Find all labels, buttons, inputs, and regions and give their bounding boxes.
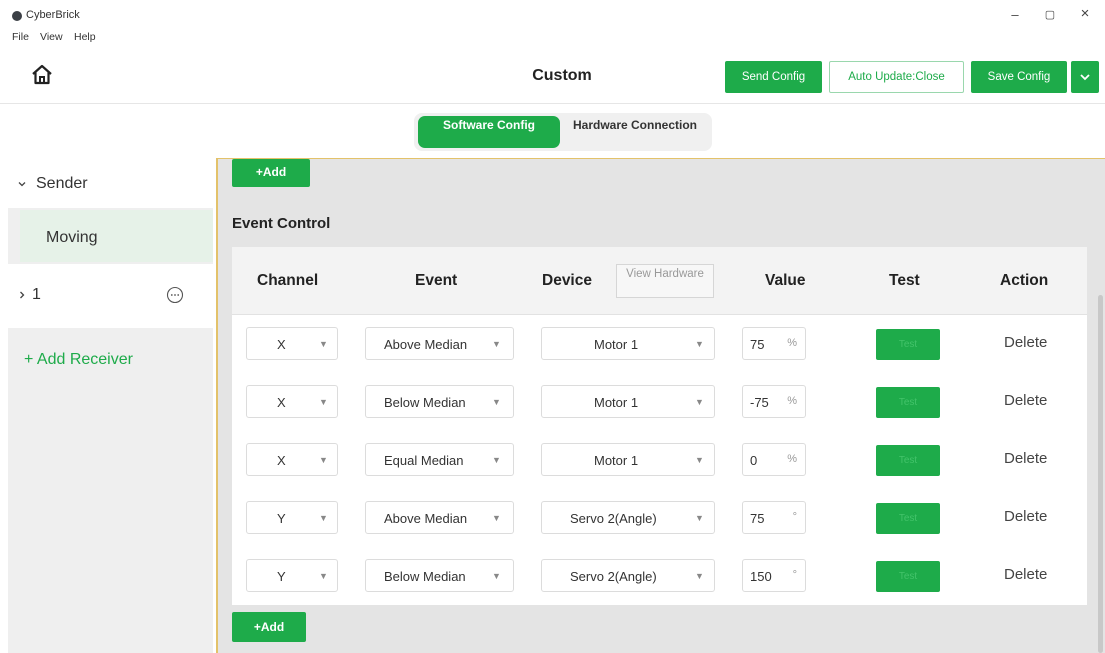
chevron-right-icon bbox=[20, 291, 25, 299]
event-select[interactable]: Above Median ▼ bbox=[365, 327, 514, 360]
caret-down-icon: ▼ bbox=[319, 455, 328, 465]
channel-select[interactable]: X ▼ bbox=[246, 327, 338, 360]
delete-button[interactable]: Delete bbox=[1004, 392, 1047, 409]
delete-button[interactable]: Delete bbox=[1004, 334, 1047, 351]
more-options-icon[interactable] bbox=[166, 286, 184, 304]
event-select[interactable]: Above Median ▼ bbox=[365, 501, 514, 534]
channel-select[interactable]: X ▼ bbox=[246, 443, 338, 476]
device-select[interactable]: Motor 1 ▼ bbox=[541, 327, 715, 360]
column-test: Test bbox=[889, 272, 920, 289]
device-select[interactable]: Servo 2(Angle) ▼ bbox=[541, 501, 715, 534]
chevron-down-icon bbox=[18, 182, 26, 187]
table-row: Y ▼ Above Median ▼ Servo 2(Angle) ▼ 75 °… bbox=[232, 489, 1087, 547]
sidebar-item-moving[interactable]: Moving bbox=[20, 210, 213, 262]
menu-help[interactable]: Help bbox=[74, 31, 96, 43]
test-button[interactable]: Test bbox=[876, 561, 940, 592]
test-button[interactable]: Test bbox=[876, 503, 940, 534]
column-device: Device bbox=[542, 272, 592, 289]
view-hardware-button[interactable]: View Hardware bbox=[616, 264, 714, 298]
add-top-button[interactable]: +Add bbox=[232, 159, 310, 187]
caret-down-icon: ▼ bbox=[319, 339, 328, 349]
test-button[interactable]: Test bbox=[876, 445, 940, 476]
column-action: Action bbox=[1000, 272, 1049, 289]
chevron-down-icon bbox=[1080, 74, 1090, 81]
sidebar-item-label: Sender bbox=[36, 175, 88, 192]
event-select[interactable]: Below Median ▼ bbox=[365, 559, 514, 592]
test-button[interactable]: Test bbox=[876, 329, 940, 360]
caret-down-icon: ▼ bbox=[695, 455, 704, 465]
delete-button[interactable]: Delete bbox=[1004, 566, 1047, 583]
table-row: X ▼ Below Median ▼ Motor 1 ▼ -75 % Test … bbox=[232, 373, 1087, 431]
tab-software-config[interactable]: Software Config bbox=[418, 116, 560, 148]
caret-down-icon: ▼ bbox=[492, 571, 501, 581]
caret-down-icon: ▼ bbox=[492, 397, 501, 407]
sidebar-item-receiver-1[interactable]: 1 bbox=[8, 264, 213, 328]
send-config-button[interactable]: Send Config bbox=[725, 61, 822, 93]
add-bottom-button[interactable]: +Add bbox=[232, 612, 306, 642]
table-row: X ▼ Above Median ▼ Motor 1 ▼ 75 % Test D… bbox=[232, 315, 1087, 373]
value-input[interactable]: -75 % bbox=[742, 385, 806, 418]
app-logo-icon bbox=[12, 11, 22, 21]
caret-down-icon: ▼ bbox=[695, 513, 704, 523]
menu-file[interactable]: File bbox=[12, 31, 29, 43]
app-title: CyberBrick bbox=[26, 9, 80, 21]
caret-down-icon: ▼ bbox=[492, 339, 501, 349]
minimize-button[interactable]: – bbox=[1005, 7, 1025, 22]
page-title: Custom bbox=[532, 67, 592, 84]
close-button[interactable]: × bbox=[1075, 5, 1095, 22]
column-channel: Channel bbox=[257, 272, 319, 289]
save-config-button[interactable]: Save Config bbox=[971, 61, 1067, 93]
title-bar: CyberBrick – ▢ × bbox=[0, 0, 1105, 30]
event-select[interactable]: Equal Median ▼ bbox=[365, 443, 514, 476]
sidebar-item-label: Moving bbox=[46, 229, 98, 246]
caret-down-icon: ▼ bbox=[319, 513, 328, 523]
home-icon[interactable] bbox=[30, 63, 54, 87]
sidebar: Sender Moving 1 + Add Receiver bbox=[8, 158, 213, 653]
test-button[interactable]: Test bbox=[876, 387, 940, 418]
channel-select[interactable]: X ▼ bbox=[246, 385, 338, 418]
save-config-dropdown-button[interactable] bbox=[1071, 61, 1099, 93]
table-row: Y ▼ Below Median ▼ Servo 2(Angle) ▼ 150 … bbox=[232, 547, 1087, 605]
column-value: Value bbox=[765, 272, 806, 289]
auto-update-button[interactable]: Auto Update:Close bbox=[829, 61, 964, 93]
caret-down-icon: ▼ bbox=[695, 339, 704, 349]
table-row: X ▼ Equal Median ▼ Motor 1 ▼ 0 % Test De… bbox=[232, 431, 1087, 489]
event-table: Channel Event Device View Hardware Value… bbox=[232, 247, 1087, 605]
device-select[interactable]: Servo 2(Angle) ▼ bbox=[541, 559, 715, 592]
table-header: Channel Event Device View Hardware Value… bbox=[232, 247, 1087, 315]
add-receiver-button[interactable]: + Add Receiver bbox=[24, 351, 133, 369]
caret-down-icon: ▼ bbox=[492, 455, 501, 465]
maximize-button[interactable]: ▢ bbox=[1040, 8, 1060, 21]
delete-button[interactable]: Delete bbox=[1004, 450, 1047, 467]
event-control-panel: +Add Event Control Channel Event Device … bbox=[216, 158, 1105, 653]
config-mode-toggle: Software Config Hardware Connection bbox=[414, 113, 712, 151]
caret-down-icon: ▼ bbox=[492, 513, 501, 523]
value-input[interactable]: 75 ° bbox=[742, 501, 806, 534]
scrollbar[interactable] bbox=[1098, 295, 1103, 653]
caret-down-icon: ▼ bbox=[695, 397, 704, 407]
device-select[interactable]: Motor 1 ▼ bbox=[541, 443, 715, 476]
channel-select[interactable]: Y ▼ bbox=[246, 559, 338, 592]
sidebar-item-sender[interactable]: Sender bbox=[8, 158, 213, 208]
value-input[interactable]: 150 ° bbox=[742, 559, 806, 592]
section-title: Event Control bbox=[232, 215, 331, 232]
delete-button[interactable]: Delete bbox=[1004, 508, 1047, 525]
caret-down-icon: ▼ bbox=[319, 571, 328, 581]
caret-down-icon: ▼ bbox=[319, 397, 328, 407]
header: Custom Send Config Auto Update:Close Sav… bbox=[0, 52, 1105, 104]
device-select[interactable]: Motor 1 ▼ bbox=[541, 385, 715, 418]
value-input[interactable]: 0 % bbox=[742, 443, 806, 476]
sidebar-item-label: 1 bbox=[32, 286, 41, 303]
channel-select[interactable]: Y ▼ bbox=[246, 501, 338, 534]
caret-down-icon: ▼ bbox=[695, 571, 704, 581]
value-input[interactable]: 75 % bbox=[742, 327, 806, 360]
tab-hardware-connection[interactable]: Hardware Connection bbox=[564, 116, 706, 148]
event-select[interactable]: Below Median ▼ bbox=[365, 385, 514, 418]
menu-view[interactable]: View bbox=[40, 31, 63, 43]
column-event: Event bbox=[415, 272, 458, 289]
